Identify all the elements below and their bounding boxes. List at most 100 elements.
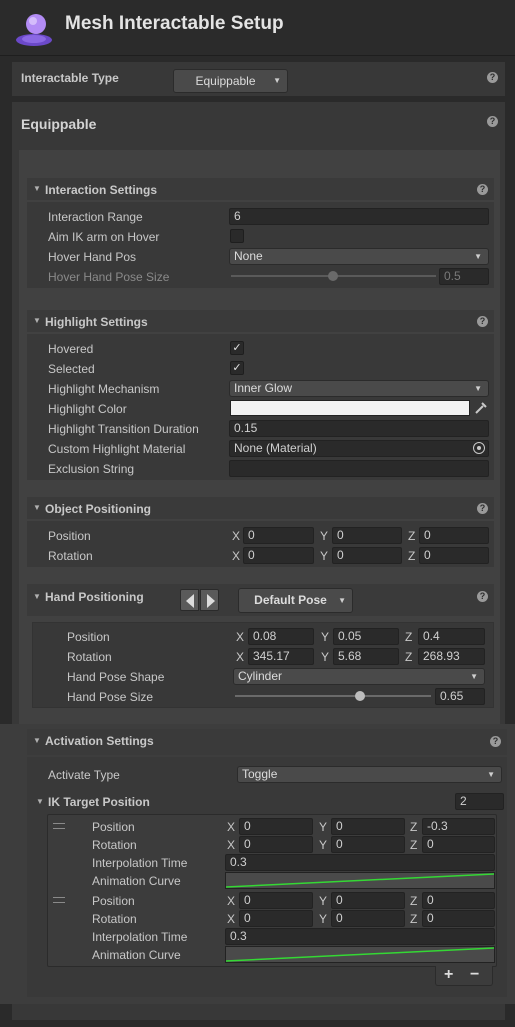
- help-icon[interactable]: ?: [477, 503, 488, 514]
- highlight-duration-field[interactable]: 0.15: [229, 420, 489, 437]
- foldout-triangle-icon[interactable]: ▼: [33, 503, 41, 512]
- hand-pose-shape-value: Cylinder: [238, 669, 283, 683]
- hand-rotation-x[interactable]: 345.17: [248, 648, 314, 665]
- previous-pose-button[interactable]: [180, 589, 199, 611]
- ik-interp-field[interactable]: 0.3: [225, 854, 495, 871]
- ik-position-z[interactable]: -0.3: [422, 818, 495, 835]
- ik-position-x[interactable]: 0: [239, 892, 313, 909]
- hand-pose-shape-label: Hand Pose Shape: [67, 670, 165, 684]
- ik-rotation-x[interactable]: 0: [239, 910, 313, 927]
- axis-y-label: Y: [319, 838, 328, 852]
- interaction-settings-title: Interaction Settings: [45, 183, 158, 197]
- hand-rotation-y[interactable]: 5.68: [333, 648, 399, 665]
- interaction-range-field[interactable]: 6: [229, 208, 489, 225]
- ik-rotation-y[interactable]: 0: [331, 836, 405, 853]
- help-icon[interactable]: ?: [477, 316, 488, 327]
- help-icon[interactable]: ?: [477, 591, 488, 602]
- drag-handle-icon[interactable]: [53, 823, 65, 829]
- activate-type-value: Toggle: [242, 767, 278, 781]
- axis-y-label: Y: [321, 630, 330, 644]
- foldout-triangle-icon[interactable]: ▼: [33, 736, 41, 745]
- drag-handle-icon[interactable]: [53, 897, 65, 903]
- exclusion-string-field[interactable]: [229, 460, 489, 477]
- axis-z-label: Z: [410, 894, 418, 908]
- axis-x-label: X: [232, 529, 241, 543]
- add-item-button[interactable]: +: [444, 966, 453, 984]
- help-icon[interactable]: ?: [490, 736, 501, 747]
- chevron-down-icon: ▼: [487, 770, 495, 779]
- foldout-triangle-icon[interactable]: ▼: [36, 797, 44, 806]
- next-pose-button[interactable]: [200, 589, 219, 611]
- avatar-icon: [14, 10, 54, 48]
- foldout-triangle-icon[interactable]: ▼: [33, 184, 41, 193]
- axis-z-label: Z: [408, 549, 416, 563]
- ik-position-x[interactable]: 0: [239, 818, 313, 835]
- hand-pose-size-slider-track[interactable]: [235, 695, 431, 697]
- hand-position-x[interactable]: 0.08: [248, 628, 314, 645]
- hover-hand-pos-dropdown[interactable]: None ▼: [229, 248, 489, 265]
- selected-label: Selected: [48, 362, 95, 376]
- ik-rotation-label: Rotation: [92, 838, 137, 852]
- hand-pose-size-label: Hand Pose Size: [67, 690, 154, 704]
- axis-z-label: Z: [408, 529, 416, 543]
- interactable-type-dropdown[interactable]: Equippable ▼: [173, 69, 288, 93]
- chevron-down-icon: ▼: [338, 596, 346, 605]
- hovered-checkbox[interactable]: ✓: [230, 341, 244, 355]
- hover-pose-size-slider-thumb[interactable]: [328, 271, 338, 281]
- help-icon[interactable]: ?: [487, 116, 498, 127]
- hand-pose-dropdown[interactable]: Default Pose ▼: [238, 588, 353, 613]
- ik-rotation-x[interactable]: 0: [239, 836, 313, 853]
- ik-interp-field[interactable]: 0.3: [225, 928, 495, 945]
- hand-pose-size-slider-thumb[interactable]: [355, 691, 365, 701]
- ik-rotation-z[interactable]: 0: [422, 836, 495, 853]
- hand-pose-size-field[interactable]: 0.65: [435, 688, 485, 705]
- custom-material-label: Custom Highlight Material: [48, 442, 186, 456]
- ik-target-count[interactable]: 2: [455, 793, 504, 810]
- help-icon[interactable]: ?: [487, 72, 498, 83]
- axis-z-label: Z: [410, 838, 418, 852]
- object-picker-icon[interactable]: [473, 442, 485, 454]
- animation-curve-field[interactable]: [225, 946, 495, 963]
- ik-position-y[interactable]: 0: [331, 892, 405, 909]
- highlight-settings-title: Highlight Settings: [45, 315, 148, 329]
- hovered-label: Hovered: [48, 342, 94, 356]
- hand-position-z[interactable]: 0.4: [418, 628, 485, 645]
- hand-position-y[interactable]: 0.05: [333, 628, 399, 645]
- foldout-triangle-icon[interactable]: ▼: [33, 592, 41, 601]
- equippable-title: Equippable: [21, 116, 97, 132]
- hand-rotation-z[interactable]: 268.93: [418, 648, 485, 665]
- object-position-y[interactable]: 0: [332, 527, 402, 544]
- animation-curve-field[interactable]: [225, 872, 495, 889]
- object-position-x[interactable]: 0: [243, 527, 314, 544]
- help-icon[interactable]: ?: [477, 184, 488, 195]
- ik-rotation-z[interactable]: 0: [422, 910, 495, 927]
- object-rotation-y[interactable]: 0: [332, 547, 402, 564]
- ik-position-y[interactable]: 0: [331, 818, 405, 835]
- axis-z-label: Z: [410, 912, 418, 926]
- activate-type-dropdown[interactable]: Toggle ▼: [237, 766, 502, 783]
- ik-rotation-y[interactable]: 0: [331, 910, 405, 927]
- highlight-color-swatch[interactable]: [230, 400, 470, 416]
- axis-z-label: Z: [410, 820, 418, 834]
- highlight-mechanism-dropdown[interactable]: Inner Glow ▼: [229, 380, 489, 397]
- ik-position-label: Position: [92, 894, 135, 908]
- eyedropper-icon[interactable]: [472, 400, 489, 416]
- foldout-triangle-icon[interactable]: ▼: [33, 316, 41, 325]
- ik-position-z[interactable]: 0: [422, 892, 495, 909]
- ik-target-title: IK Target Position: [48, 795, 150, 809]
- object-rotation-x[interactable]: 0: [243, 547, 314, 564]
- object-position-z[interactable]: 0: [419, 527, 489, 544]
- chevron-down-icon: ▼: [474, 384, 482, 393]
- hover-pose-size-field[interactable]: 0.5: [439, 268, 489, 285]
- hand-pose-value: Default Pose: [254, 593, 327, 607]
- aim-ik-checkbox[interactable]: [230, 229, 244, 243]
- interactable-type-label: Interactable Type: [21, 71, 119, 85]
- custom-material-field[interactable]: None (Material): [229, 440, 489, 457]
- hand-pose-shape-dropdown[interactable]: Cylinder ▼: [233, 668, 485, 685]
- ik-rotation-label: Rotation: [92, 912, 137, 926]
- object-rotation-z[interactable]: 0: [419, 547, 489, 564]
- selected-checkbox[interactable]: ✓: [230, 361, 244, 375]
- chevron-down-icon: ▼: [273, 76, 281, 85]
- remove-item-button[interactable]: −: [470, 966, 479, 984]
- axis-y-label: Y: [319, 912, 328, 926]
